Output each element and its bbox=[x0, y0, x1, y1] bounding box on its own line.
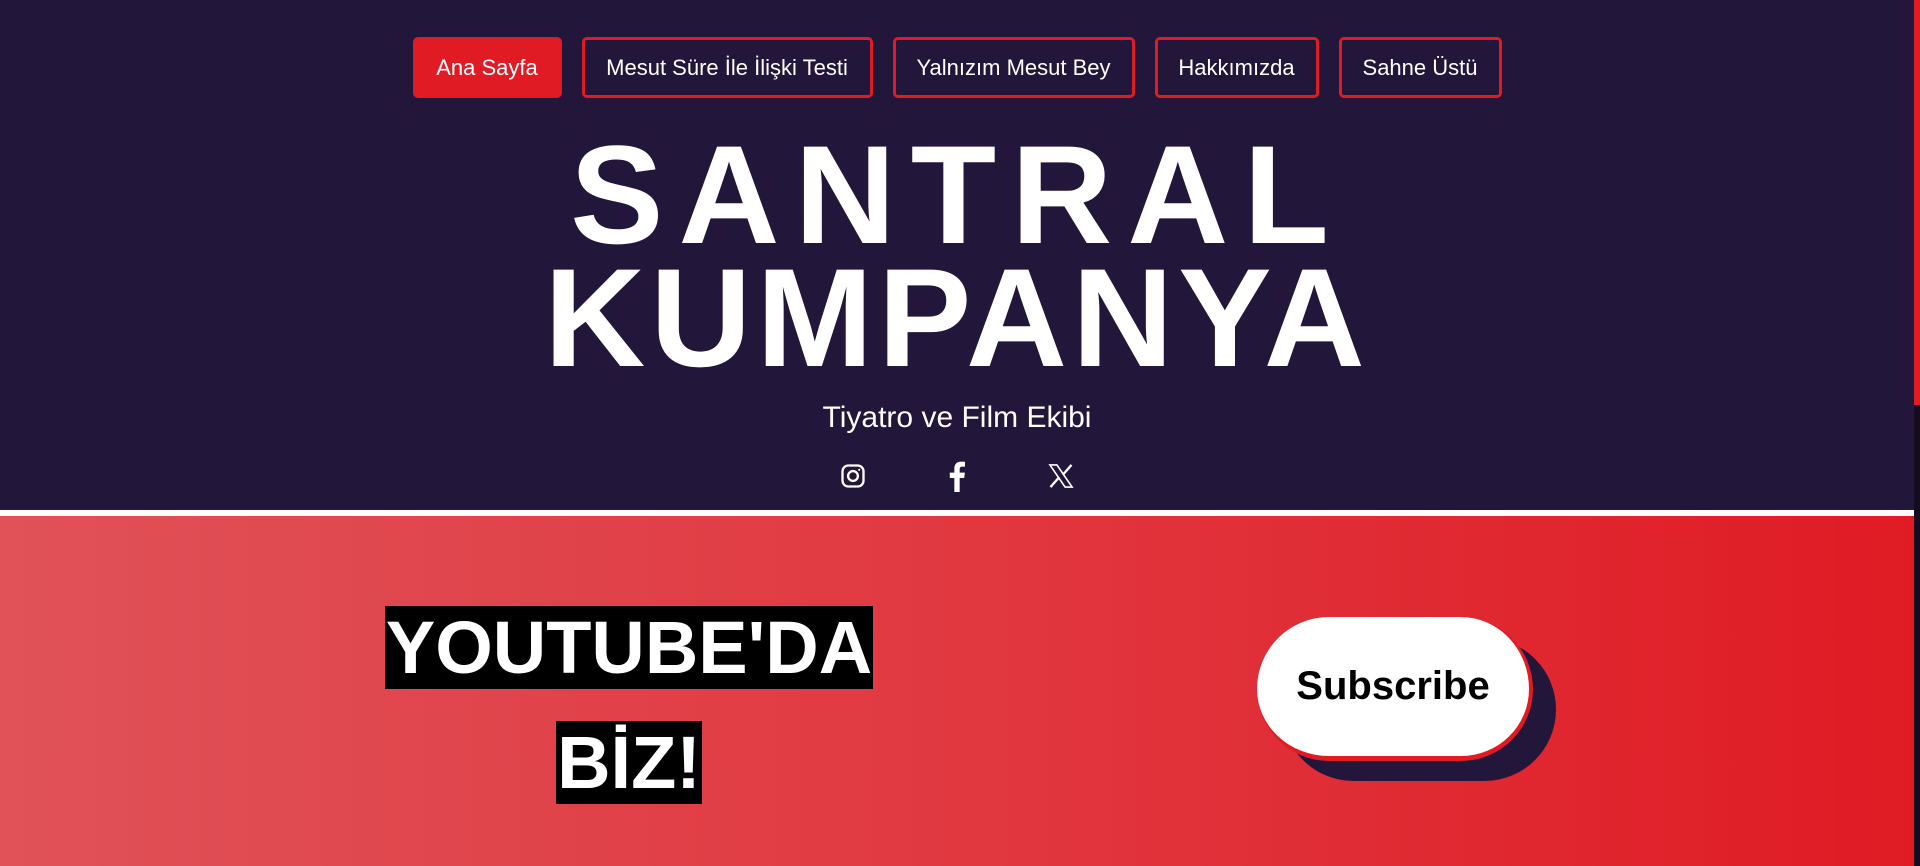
nav-item-yalnizim-mesut-bey[interactable]: Yalnızım Mesut Bey bbox=[892, 37, 1135, 98]
social-links bbox=[0, 458, 1914, 494]
youtube-heading: YOUTUBE'DA BİZ! bbox=[370, 590, 888, 820]
tagline: Tiyatro ve Film Ekibi bbox=[822, 401, 1092, 434]
main-nav: Ana Sayfa Mesut Süre İle İlişki Testi Ya… bbox=[0, 37, 1914, 98]
youtube-section: YOUTUBE'DA BİZ! Subscribe bbox=[0, 516, 1914, 866]
nav-item-sahne-ustu[interactable]: Sahne Üstü bbox=[1338, 37, 1502, 98]
nav-item-iliski-testi[interactable]: Mesut Süre İle İlişki Testi bbox=[581, 37, 873, 98]
page: Ana Sayfa Mesut Süre İle İlişki Testi Ya… bbox=[0, 0, 1920, 866]
subscribe-button[interactable]: Subscribe bbox=[1257, 617, 1533, 761]
youtube-heading-line1: YOUTUBE'DA bbox=[384, 606, 874, 689]
nav-item-ana-sayfa[interactable]: Ana Sayfa bbox=[412, 37, 562, 98]
site-header: Ana Sayfa Mesut Süre İle İlişki Testi Ya… bbox=[0, 0, 1914, 510]
nav-item-hakkimizda[interactable]: Hakkımızda bbox=[1154, 37, 1319, 98]
facebook-icon[interactable] bbox=[939, 458, 975, 494]
page-scrollbar-thumb[interactable] bbox=[1914, 0, 1920, 405]
brand-title-line2: KUMPANYA bbox=[544, 239, 1370, 396]
youtube-heading-line2: BİZ! bbox=[556, 721, 702, 804]
instagram-icon[interactable] bbox=[835, 458, 871, 494]
x-icon[interactable] bbox=[1043, 458, 1079, 494]
